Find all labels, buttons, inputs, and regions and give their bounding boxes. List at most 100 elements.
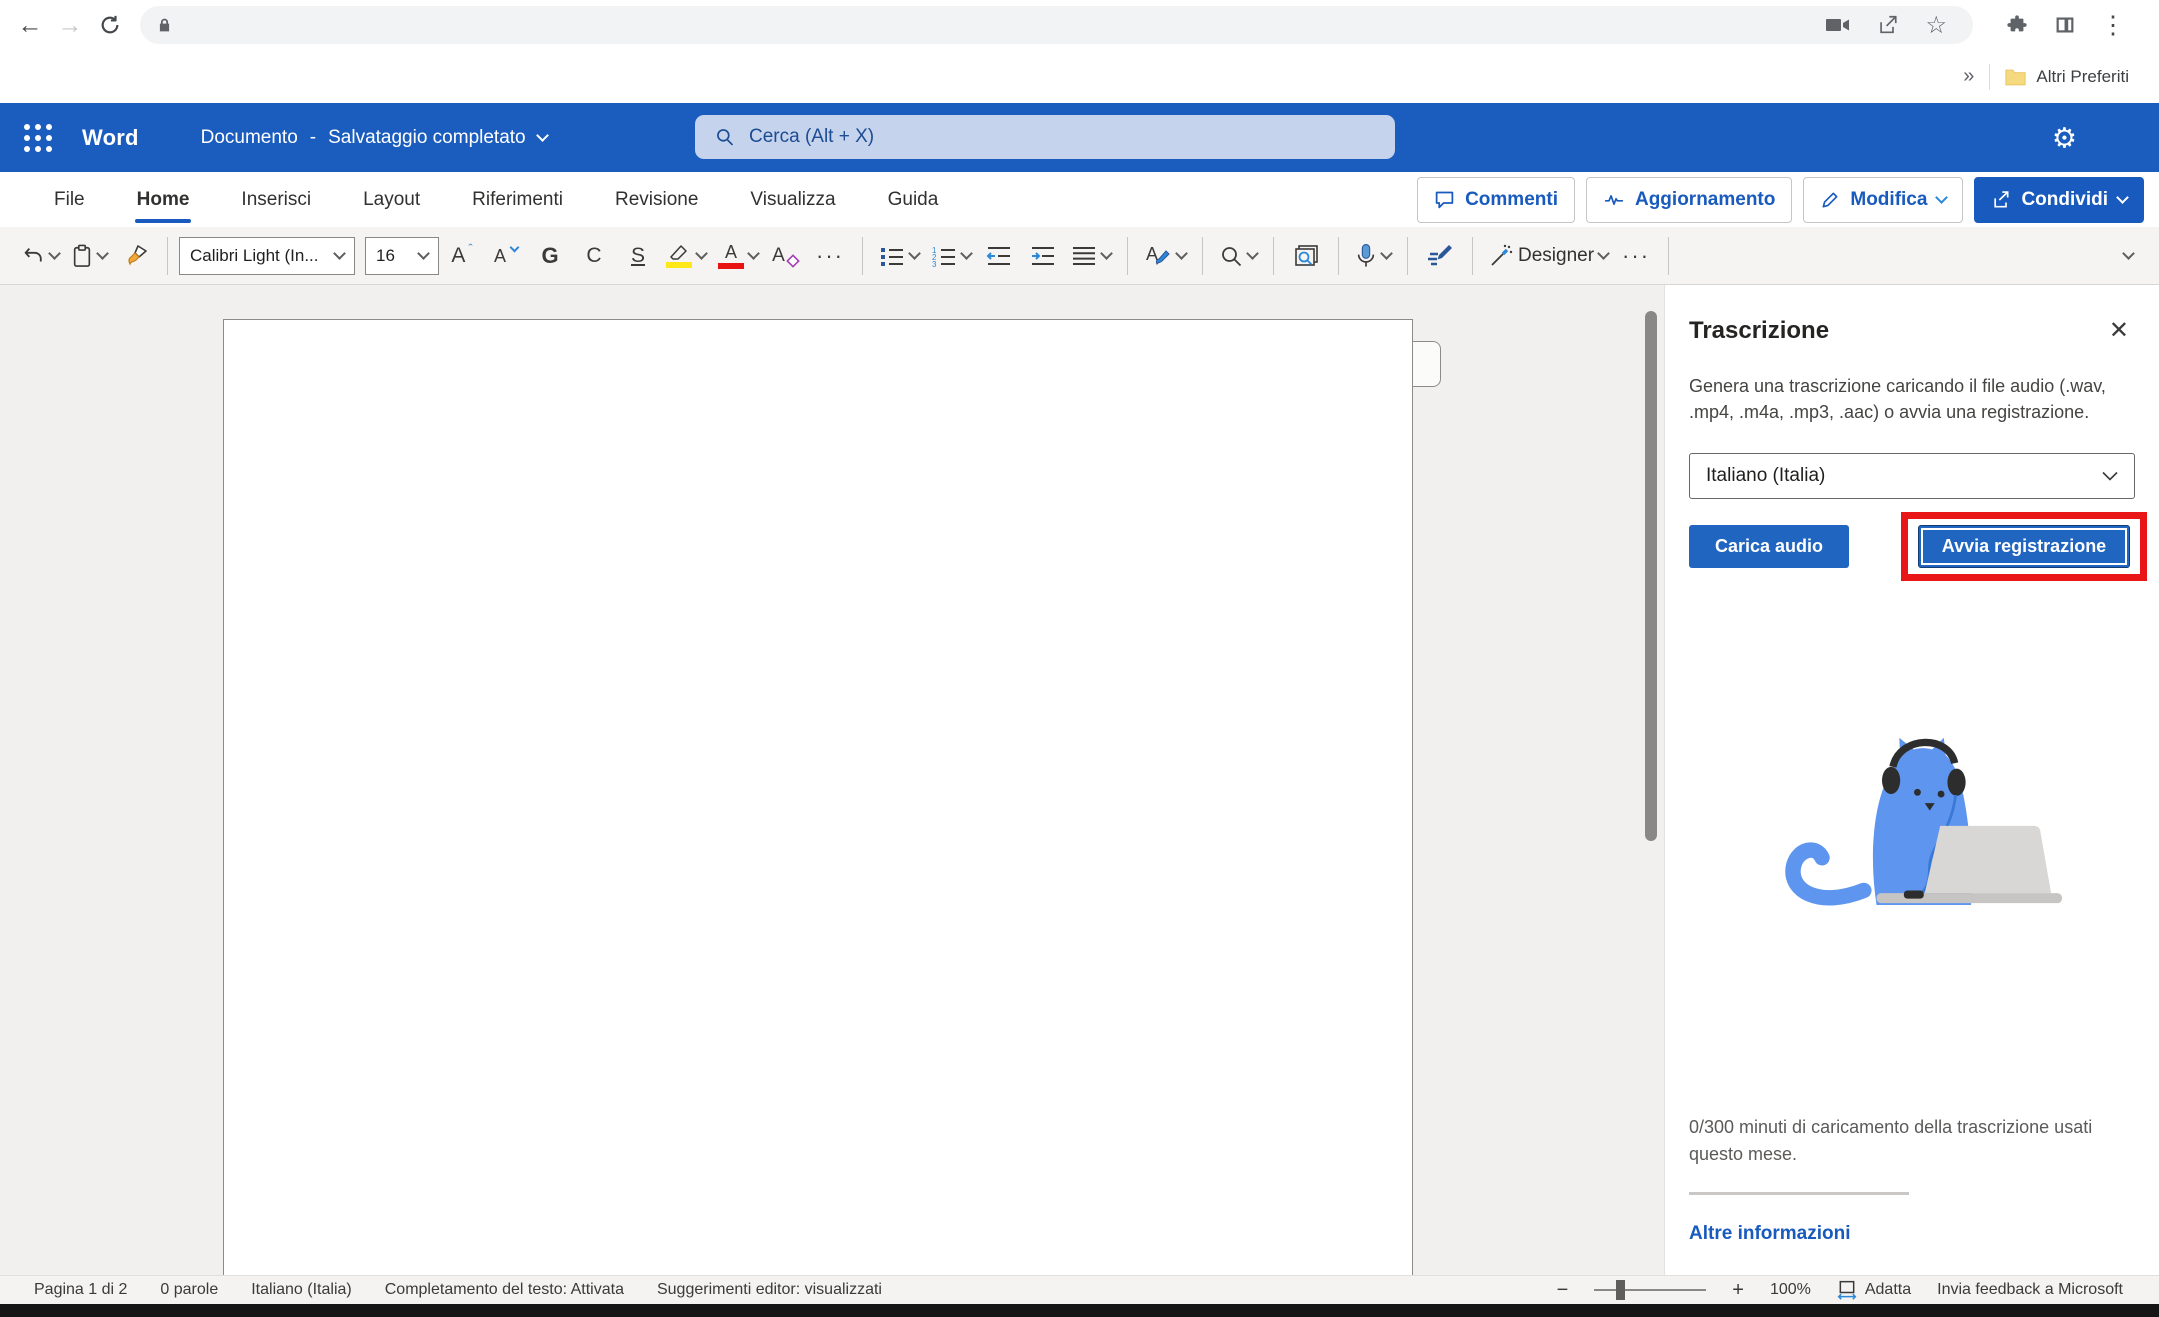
more-toolbar-options-button[interactable]: ···: [1615, 234, 1657, 278]
language-status[interactable]: Italiano (Italia): [251, 1281, 352, 1299]
document-search-button[interactable]: [1285, 234, 1327, 278]
styles-icon: A: [1144, 243, 1172, 269]
grow-font-button[interactable]: A ˆ: [441, 234, 483, 278]
tab-inserisci[interactable]: Inserisci: [215, 175, 337, 225]
annotation-highlight: Avvia registrazione: [1901, 512, 2147, 581]
upload-audio-button[interactable]: Carica audio: [1689, 525, 1849, 568]
page-margin-card[interactable]: [1413, 341, 1441, 387]
bookmarks-bar: » Altri Preferiti: [0, 50, 2159, 103]
clear-formatting-button[interactable]: A: [765, 234, 807, 278]
share-button[interactable]: Condividi: [1974, 177, 2144, 223]
collapse-ribbon-chevron[interactable]: [2122, 247, 2135, 260]
usage-text: 0/300 minuti di caricamento della trascr…: [1689, 1114, 2129, 1168]
settings-gear-icon[interactable]: ⚙: [2052, 121, 2077, 154]
find-button[interactable]: [1214, 234, 1262, 278]
font-size-select[interactable]: 16: [365, 237, 439, 275]
save-status: Salvataggio completato: [328, 127, 526, 149]
share-icon[interactable]: [1876, 14, 1899, 36]
tab-guida[interactable]: Guida: [862, 175, 965, 225]
side-panel-icon[interactable]: [2045, 5, 2085, 45]
editor-suggestions-status[interactable]: Suggerimenti editor: visualizzati: [657, 1281, 882, 1299]
camera-icon[interactable]: [1826, 15, 1850, 35]
search-placeholder: Cerca (Alt + X): [749, 126, 874, 148]
app-launcher-icon[interactable]: [24, 124, 52, 152]
increase-indent-button[interactable]: [1022, 234, 1064, 278]
updates-button[interactable]: Aggiornamento: [1586, 177, 1792, 223]
fit-width-button[interactable]: Adatta: [1837, 1280, 1911, 1300]
designer-button[interactable]: Designer: [1484, 234, 1613, 278]
zoom-slider[interactable]: [1594, 1289, 1706, 1291]
tab-home[interactable]: Home: [111, 175, 216, 225]
bookmark-star-icon[interactable]: ☆: [1925, 11, 1947, 40]
zoom-in-button[interactable]: +: [1732, 1279, 1744, 1302]
dictate-button[interactable]: [1350, 234, 1396, 278]
toolbar-divider: [1273, 237, 1274, 275]
tab-riferimenti[interactable]: Riferimenti: [446, 175, 589, 225]
language-select[interactable]: Italiano (Italia): [1689, 453, 2135, 499]
tab-revisione[interactable]: Revisione: [589, 175, 724, 225]
comments-button[interactable]: Commenti: [1417, 177, 1575, 223]
document-title-menu[interactable]: Documento - Salvataggio completato: [201, 127, 547, 149]
format-painter-button[interactable]: [114, 234, 156, 278]
browser-actions: ⋮: [1983, 5, 2145, 45]
shrink-font-icon: A: [494, 247, 506, 265]
word-count-status[interactable]: 0 parole: [160, 1281, 218, 1299]
underline-button[interactable]: S: [617, 234, 659, 278]
comments-label: Commenti: [1465, 189, 1558, 211]
undo-button[interactable]: [16, 234, 64, 278]
font-name-value: Calibri Light (In...: [190, 246, 319, 266]
editor-button[interactable]: [1419, 234, 1461, 278]
font-name-select[interactable]: Calibri Light (In...: [179, 237, 355, 275]
browser-menu-icon[interactable]: ⋮: [2093, 5, 2133, 45]
browser-reload-button[interactable]: [90, 5, 130, 45]
feedback-link[interactable]: Invia feedback a Microsoft: [1937, 1281, 2123, 1299]
numbered-list-button[interactable]: 123: [926, 234, 976, 278]
font-color-button[interactable]: A: [713, 234, 763, 278]
panel-footer: 0/300 minuti di caricamento della trascr…: [1689, 1114, 2135, 1245]
chevron-down-icon: [1175, 247, 1188, 260]
document-page[interactable]: [223, 319, 1413, 1275]
alignment-button[interactable]: [1066, 234, 1116, 278]
search-input[interactable]: Cerca (Alt + X): [695, 115, 1395, 159]
more-font-options-button[interactable]: ···: [809, 234, 851, 278]
zoom-controls: − + 100% Adatta Invia feedback a Microso…: [1557, 1279, 2123, 1302]
browser-back-button[interactable]: ←: [10, 5, 50, 45]
close-icon[interactable]: ✕: [2103, 317, 2135, 345]
chevron-down-icon: [1246, 247, 1259, 260]
chevron-down-icon: [333, 247, 346, 260]
bold-button[interactable]: G: [529, 234, 571, 278]
page-count-status[interactable]: Pagina 1 di 2: [34, 1281, 127, 1299]
zoom-out-button[interactable]: −: [1557, 1279, 1569, 1302]
document-scrollbar[interactable]: [1645, 311, 1657, 841]
extensions-puzzle-icon[interactable]: [1997, 5, 2037, 45]
highlight-color-button[interactable]: [661, 234, 711, 278]
zoom-slider-thumb[interactable]: [1616, 1280, 1625, 1300]
paste-button[interactable]: [66, 234, 112, 278]
bookmarks-folder[interactable]: Altri Preferiti: [2005, 67, 2129, 87]
tab-layout[interactable]: Layout: [337, 175, 446, 225]
edit-mode-button[interactable]: Modifica: [1803, 177, 1963, 223]
decrease-indent-button[interactable]: [978, 234, 1020, 278]
toolbar-divider: [1407, 237, 1408, 275]
text-completion-status[interactable]: Completamento del testo: Attivata: [385, 1281, 624, 1299]
browser-forward-button[interactable]: →: [50, 5, 90, 45]
chevron-down-icon: [1380, 247, 1393, 260]
bookmarks-overflow-button[interactable]: »: [1963, 65, 1974, 88]
transcription-actions: Carica audio Avvia registrazione: [1689, 512, 2135, 581]
bullet-list-button[interactable]: [874, 234, 924, 278]
zoom-level[interactable]: 100%: [1770, 1281, 1811, 1299]
tab-file[interactable]: File: [28, 175, 111, 225]
italic-button[interactable]: C: [573, 234, 615, 278]
chevron-down-icon: [960, 247, 973, 260]
bullet-list-icon: [879, 245, 905, 267]
shrink-font-button[interactable]: A: [485, 234, 527, 278]
more-info-link[interactable]: Altre informazioni: [1689, 1223, 2135, 1245]
highlighter-icon: [666, 243, 692, 268]
italic-label: C: [586, 245, 601, 266]
styles-button[interactable]: A: [1139, 234, 1191, 278]
start-recording-button[interactable]: Avvia registrazione: [1918, 525, 2130, 568]
chevron-down-icon: [747, 247, 760, 260]
address-bar[interactable]: ☆: [140, 6, 1973, 44]
tab-visualizza[interactable]: Visualizza: [724, 175, 861, 225]
magic-wand-icon: [1489, 244, 1513, 268]
